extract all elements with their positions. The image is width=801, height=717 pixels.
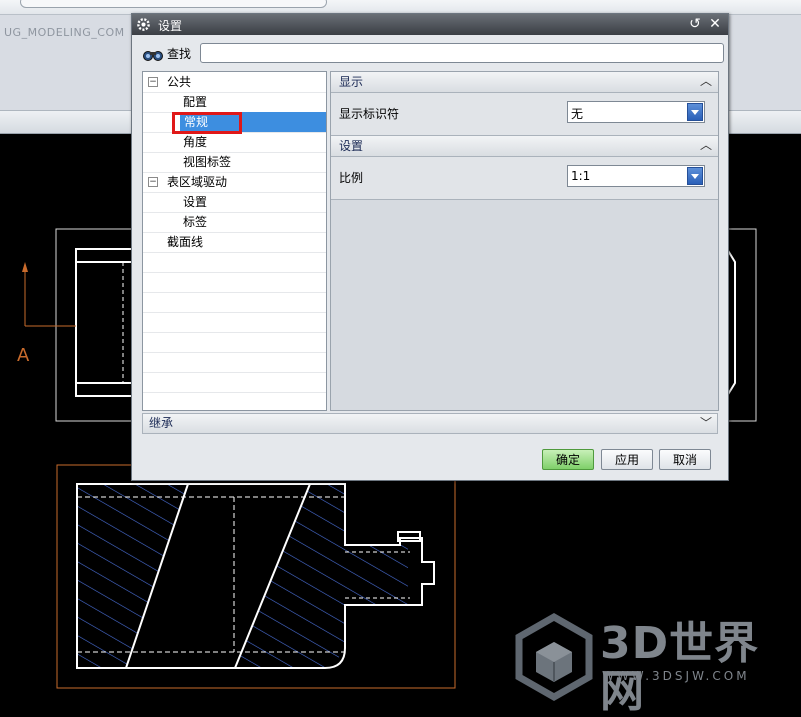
binoculars-icon	[143, 51, 163, 61]
section-hatch-left	[77, 484, 188, 668]
dialog-titlebar[interactable]: 设置 ↺ ✕	[132, 14, 728, 35]
watermark-title: 3D世界网	[600, 618, 760, 717]
section-header-display[interactable]: 显示 ︿	[331, 72, 718, 93]
section-body-settings: 比例 1:1	[331, 157, 718, 200]
reset-icon[interactable]: ↺	[687, 16, 703, 32]
chevron-down-icon[interactable]: ﹀	[698, 415, 714, 431]
ok-button[interactable]: 确定	[542, 449, 594, 470]
section-header-inherit[interactable]: 继承 ﹀	[142, 413, 718, 434]
scale-select[interactable]: 1:1	[567, 165, 705, 187]
cube-logo-icon	[515, 612, 593, 702]
tree-empty-row	[143, 392, 326, 410]
gear-icon	[137, 18, 150, 31]
section-view-label: A	[17, 345, 30, 366]
tree-empty-row	[143, 372, 326, 393]
display-identifier-select[interactable]: 无	[567, 101, 705, 123]
cancel-button[interactable]: 取消	[659, 449, 711, 470]
tree-empty-row	[143, 332, 326, 353]
properties-panel: 显示 ︿ 显示标识符 无 设置 ︿ 比例 1:1	[330, 71, 719, 411]
field-label-scale: 比例	[339, 171, 364, 185]
part-outline	[75, 248, 133, 397]
chevron-down-icon[interactable]	[687, 103, 703, 121]
collapse-icon[interactable]: −	[148, 177, 158, 187]
apply-button[interactable]: 应用	[601, 449, 653, 470]
tree-item-settings[interactable]: 设置	[143, 192, 326, 213]
settings-dialog: 设置 ↺ ✕ 查找 − 公共 配置 常规 角度 视图标签 − 表区域驱动 设置 …	[131, 13, 729, 481]
section-body-display: 显示标识符 无	[331, 93, 718, 136]
tree-item-table-region-driven[interactable]: − 表区域驱动	[143, 172, 326, 193]
chevron-up-icon[interactable]: ︿	[698, 137, 714, 153]
tree-empty-row	[143, 352, 326, 373]
tree-empty-row	[143, 312, 326, 333]
dialog-title: 设置	[158, 19, 183, 33]
section-arrow-head	[22, 262, 28, 272]
section-hatch-right	[235, 484, 408, 668]
tree-empty-row	[143, 252, 326, 273]
tree-item-view-label[interactable]: 视图标签	[143, 152, 326, 173]
chevron-down-icon[interactable]	[687, 167, 703, 185]
annotation-highlight-box	[172, 112, 242, 134]
part-feature	[397, 531, 421, 542]
tree-item-config[interactable]: 配置	[143, 92, 326, 113]
chevron-up-icon[interactable]: ︿	[698, 73, 714, 89]
tree-item-angle[interactable]: 角度	[143, 132, 326, 153]
search-label: 查找	[167, 47, 192, 61]
tree-item-label[interactable]: 标签	[143, 212, 326, 233]
section-header-settings[interactable]: 设置 ︿	[331, 136, 718, 157]
close-icon[interactable]: ✕	[707, 16, 723, 32]
tree-item-common[interactable]: − 公共	[143, 72, 326, 93]
field-label-display-identifier: 显示标识符	[339, 107, 400, 121]
search-input[interactable]	[200, 43, 724, 63]
tree-empty-row	[143, 292, 326, 313]
collapse-icon[interactable]: −	[148, 77, 158, 87]
watermark-url: WWW.3DSJW.COM	[602, 669, 750, 683]
tree-empty-row	[143, 272, 326, 293]
tree-item-section-line[interactable]: 截面线	[143, 232, 326, 253]
